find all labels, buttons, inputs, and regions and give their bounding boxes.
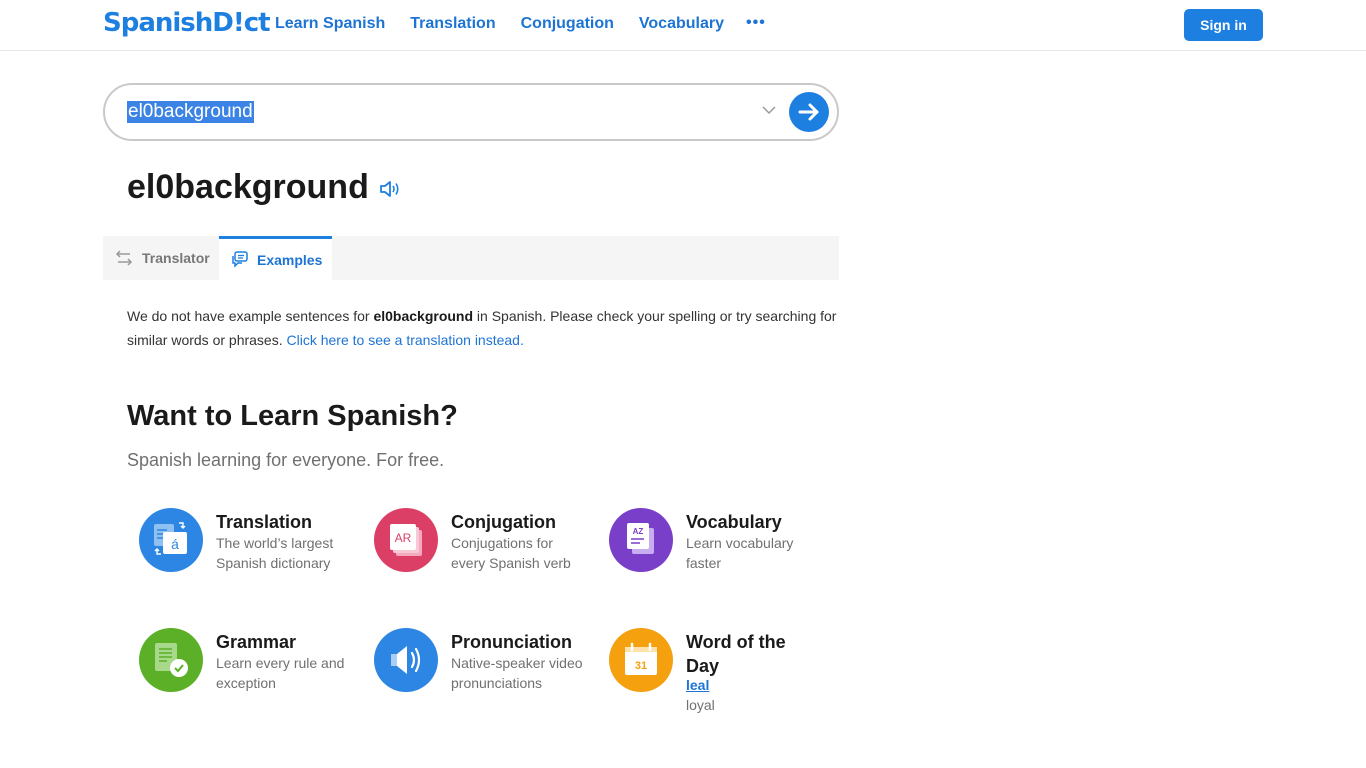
card-title: Grammar <box>216 632 297 652</box>
top-navbar: SpanishD!ct Learn Spanish Translation Co… <box>0 0 1366 51</box>
tab-translator-label: Translator <box>142 250 210 266</box>
main-nav: Learn Spanish Translation Conjugation Vo… <box>275 14 791 33</box>
word-of-the-day-translation: loyal <box>686 697 715 713</box>
card-title: Word of the Day <box>686 632 786 676</box>
tab-examples-label: Examples <box>257 251 323 268</box>
card-title: Translation <box>216 512 313 532</box>
card-title: Conjugation <box>451 512 556 532</box>
card-description: Learn vocabulary faster <box>686 535 794 571</box>
swap-arrows-icon <box>115 250 133 266</box>
no-examples-message: We do not have example sentences for el0… <box>127 304 842 352</box>
svg-text:AZ: AZ <box>633 527 644 536</box>
more-menu-icon[interactable]: ••• <box>746 14 766 32</box>
tab-examples[interactable]: Examples <box>219 236 332 280</box>
nav-translation[interactable]: Translation <box>410 15 495 33</box>
vocabulary-az-icon: AZ <box>609 508 673 572</box>
chat-bubbles-icon <box>232 251 248 268</box>
svg-text:á: á <box>171 536 179 552</box>
learn-section-title: Want to Learn Spanish? <box>127 400 458 432</box>
card-title: Pronunciation <box>451 632 572 652</box>
arrow-right-icon <box>798 103 819 121</box>
search-input[interactable]: el0background <box>127 101 254 123</box>
grammar-check-icon <box>139 628 203 692</box>
svg-text:AR: AR <box>395 531 412 545</box>
tab-translator[interactable]: Translator <box>103 236 219 280</box>
message-term: el0background <box>373 308 474 324</box>
see-translation-link[interactable]: Click here to see a translation instead. <box>287 332 524 348</box>
nav-learn-spanish[interactable]: Learn Spanish <box>275 15 385 33</box>
calendar-icon: 31 <box>609 628 673 692</box>
card-title: Vocabulary <box>686 512 782 532</box>
card-description: Learn every rule and exception <box>216 655 345 691</box>
svg-text:31: 31 <box>635 660 647 672</box>
word-of-the-day-link[interactable]: leal <box>686 677 709 693</box>
tab-bar: Translator Examples <box>103 236 839 280</box>
sign-in-button[interactable]: Sign in <box>1184 9 1263 41</box>
card-description: Native-speaker video pronunciations <box>451 655 583 691</box>
card-description: The world’s largest Spanish dictionary <box>216 535 334 571</box>
translation-icon: á <box>139 508 203 572</box>
chevron-down-icon[interactable] <box>762 103 776 117</box>
spanishdict-logo[interactable]: SpanishD!ct <box>103 8 271 38</box>
conjugation-ar-icon: AR <box>374 508 438 572</box>
search-bar: el0background <box>103 83 839 141</box>
speaker-icon <box>374 628 438 692</box>
card-description: Conjugations for every Spanish verb <box>451 535 571 571</box>
headword-title: el0background <box>127 168 369 206</box>
speaker-icon[interactable] <box>378 177 402 201</box>
search-submit-button[interactable] <box>789 92 829 132</box>
nav-conjugation[interactable]: Conjugation <box>521 15 614 33</box>
message-prefix: We do not have example sentences for <box>127 308 374 324</box>
learn-section-subtitle: Spanish learning for everyone. For free. <box>127 450 445 470</box>
nav-vocabulary[interactable]: Vocabulary <box>639 15 724 33</box>
